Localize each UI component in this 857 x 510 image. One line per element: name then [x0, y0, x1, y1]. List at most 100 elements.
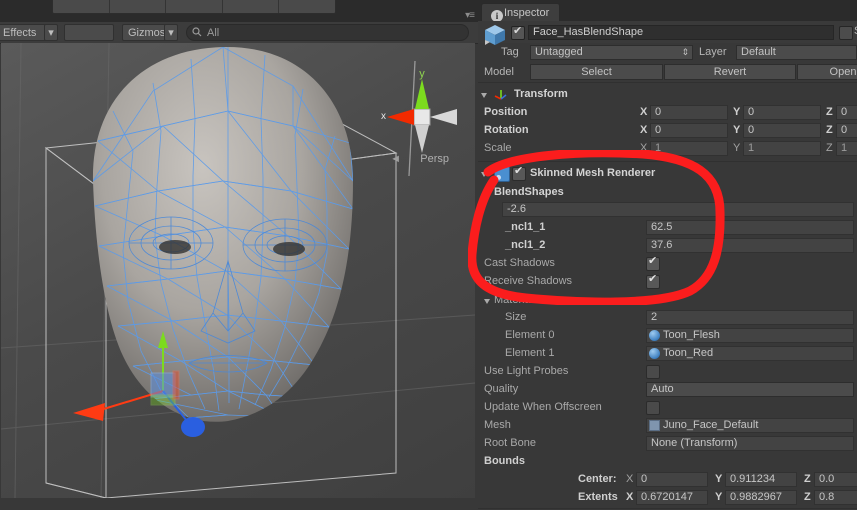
tag-layer-row: Tag Untagged ⇕ Layer Default	[478, 43, 857, 62]
gizmos-dropdown-arrow-icon[interactable]: ▾	[164, 24, 178, 41]
blendshape-1-value-input[interactable]: 62.5	[646, 220, 854, 235]
material-element-1-row: Element 1 Toon_Red	[478, 345, 857, 362]
rotation-z-axis-label: Z	[826, 124, 833, 136]
gizmo-negx-axis-icon	[430, 109, 457, 125]
gizmo-y-axis-icon	[415, 79, 429, 109]
position-x-input[interactable]: 0	[650, 105, 728, 120]
update-when-offscreen-checkbox[interactable]	[646, 401, 660, 415]
blendshape-row-2: _ncl1_2 37.6	[478, 237, 857, 254]
blendshape-0-name-field[interactable]: -2.6	[502, 202, 854, 217]
gameobject-name-input[interactable]: Face_HasBlendShape	[528, 25, 834, 40]
smr-enabled-checkbox[interactable]	[512, 164, 526, 181]
divider-transform	[478, 161, 857, 162]
position-x-axis-label: X	[640, 106, 648, 118]
bounds-extents-label: Extents	[578, 491, 618, 503]
mesh-field[interactable]: Juno_Face_Default	[646, 418, 854, 433]
bounds-extents-z-input[interactable]: 0.8	[814, 490, 857, 505]
materials-size-input[interactable]: 2	[646, 310, 854, 325]
position-label: Position	[484, 106, 528, 118]
model-open-button[interactable]: Open	[797, 64, 857, 80]
receive-shadows-row: Receive Shadows	[478, 272, 857, 290]
perspective-toggle-arrow-icon[interactable]: ◄	[390, 153, 401, 165]
scene-view[interactable]: Effects ▾ Gizmos ▾ All ▾≡ y x ◄ Persp	[0, 10, 478, 510]
skinned-mesh-renderer-header[interactable]: Skinned Mesh Renderer	[478, 164, 857, 183]
quality-row: Quality Auto	[478, 381, 857, 398]
cast-shadows-checkbox[interactable]	[646, 254, 660, 271]
tool-hand[interactable]	[53, 0, 110, 13]
material-element-0-field[interactable]: Toon_Flesh	[646, 328, 854, 343]
transform-foldout-icon[interactable]	[481, 93, 487, 98]
gizmo-y-label: y	[419, 68, 425, 80]
mesh-row: Mesh Juno_Face_Default	[478, 417, 857, 434]
receive-shadows-checkbox[interactable]	[646, 272, 660, 289]
scale-label: Scale	[484, 142, 512, 154]
blendshapes-foldout-icon[interactable]	[484, 191, 490, 196]
tag-dropdown[interactable]: Untagged ⇕	[530, 45, 693, 60]
transform-component-header[interactable]: Transform	[478, 85, 857, 104]
transform-tools-group[interactable]	[52, 0, 336, 14]
material-element-0-label: Element 0	[505, 329, 555, 341]
tool-rect[interactable]	[279, 0, 335, 13]
blendshapes-foldout[interactable]: BlendShapes	[478, 183, 857, 202]
model-revert-button[interactable]: Revert	[664, 64, 796, 80]
effects-dropdown-arrow-icon[interactable]: ▾	[44, 24, 58, 41]
rotation-label: Rotation	[484, 124, 529, 136]
root-bone-label: Root Bone	[484, 437, 536, 449]
rotation-row: Rotation X 0 Y 0 Z 0	[478, 122, 857, 139]
receive-shadows-label: Receive Shadows	[484, 275, 573, 287]
material-element-1-field[interactable]: Toon_Red	[646, 346, 854, 361]
scale-z-input[interactable]: 1	[836, 141, 857, 156]
scale-x-axis-label: X	[640, 142, 648, 154]
scene-toolbar-blank-button[interactable]	[64, 24, 114, 41]
bounds-center-y-input[interactable]: 0.911234	[725, 472, 797, 487]
static-checkbox[interactable]	[839, 26, 853, 40]
material-element-0-row: Element 0 Toon_Flesh	[478, 327, 857, 344]
gameobject-enabled-checkbox[interactable]	[511, 24, 525, 40]
bounds-label: Bounds	[484, 455, 525, 467]
position-y-input[interactable]: 0	[743, 105, 821, 120]
bounds-extents-y-input[interactable]: 0.9882967	[725, 490, 797, 505]
bounds-extents-x-input[interactable]: 0.6720147	[636, 490, 708, 505]
blendshape-1-label: _ncl1_1	[505, 221, 546, 233]
scale-x-input[interactable]: 1	[650, 141, 728, 156]
inspector-tab-bar: i Inspector	[478, 0, 857, 22]
gizmo-x-label: x	[381, 111, 386, 122]
position-z-axis-label: Z	[826, 106, 833, 118]
center-z-axis-label: Z	[804, 473, 811, 485]
scene-view-menu-icon[interactable]: ▾≡	[465, 10, 475, 21]
smr-foldout-icon[interactable]	[481, 172, 487, 177]
scene-viewport[interactable]: y x ◄ Persp	[1, 43, 475, 498]
position-y-axis-label: Y	[733, 106, 741, 118]
blendshape-2-value-input[interactable]: 37.6	[646, 238, 854, 253]
bounds-row: Bounds	[478, 453, 857, 470]
rotation-z-input[interactable]: 0	[836, 123, 857, 138]
perspective-label[interactable]: Persp	[420, 153, 449, 165]
rotation-y-input[interactable]: 0	[743, 123, 821, 138]
tool-scale[interactable]	[223, 0, 280, 13]
tab-inspector-label: Inspector	[504, 7, 550, 19]
bounds-center-label: Center:	[578, 473, 617, 485]
bounds-center-z-input[interactable]: 0.0	[814, 472, 857, 487]
position-z-input[interactable]: 0	[836, 105, 857, 120]
materials-foldout[interactable]: Materials	[478, 291, 857, 310]
quality-dropdown[interactable]: Auto	[646, 382, 854, 397]
bounds-extents-row: Extents X 0.6720147 Y 0.9882967 Z 0.8	[478, 489, 857, 506]
model-select-button[interactable]: Select	[530, 64, 663, 80]
tool-rotate[interactable]	[166, 0, 223, 13]
root-bone-field[interactable]: None (Transform)	[646, 436, 854, 451]
materials-title: Materials	[494, 294, 539, 306]
tag-dropdown-arrow-icon: ⇕	[681, 47, 689, 57]
gizmo-negy-axis-icon	[415, 125, 429, 153]
cast-shadows-row: Cast Shadows	[478, 254, 857, 272]
tab-inspector[interactable]: i Inspector	[481, 3, 561, 22]
layer-dropdown[interactable]: Default	[736, 45, 857, 60]
scene-search-input[interactable]: All	[186, 24, 469, 41]
materials-foldout-icon[interactable]	[484, 299, 490, 304]
scale-y-input[interactable]: 1	[743, 141, 821, 156]
rotation-x-input[interactable]: 0	[650, 123, 728, 138]
blendshape-row-0: -2.6	[478, 201, 857, 218]
bounds-center-x-input[interactable]: 0	[636, 472, 708, 487]
use-light-probes-checkbox[interactable]	[646, 365, 660, 379]
tool-move[interactable]	[110, 0, 167, 13]
root-bone-row: Root Bone None (Transform)	[478, 435, 857, 452]
